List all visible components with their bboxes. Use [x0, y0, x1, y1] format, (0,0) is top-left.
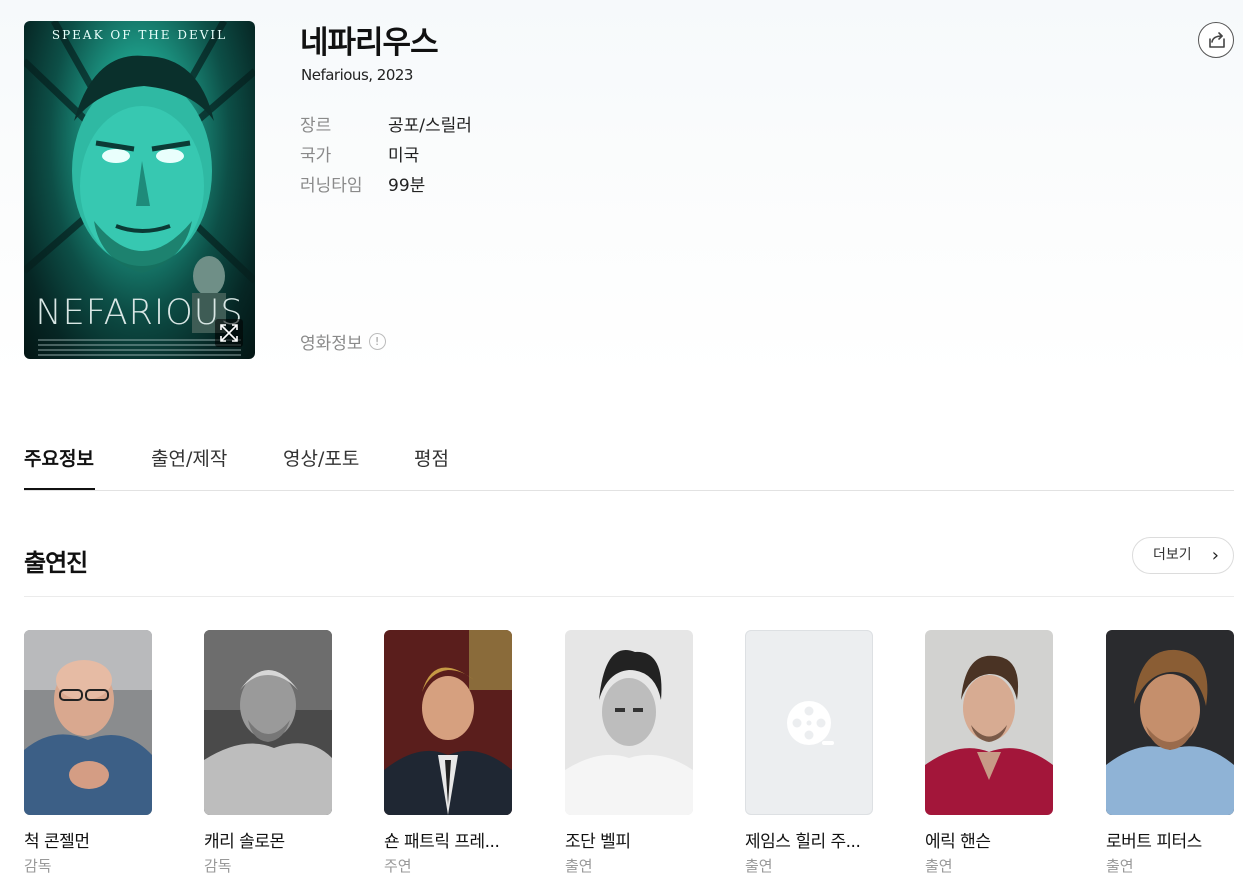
tab-video-photo[interactable]: 영상/포토	[283, 444, 359, 471]
cast-name[interactable]: 조단 벨피	[565, 827, 693, 852]
cast-card[interactable]: 척 콘젤먼 감독	[24, 630, 152, 876]
original-title-year: Nefarious, 2023	[301, 66, 413, 84]
cast-photo-placeholder[interactable]	[745, 630, 873, 815]
cast-card[interactable]: 캐리 솔로몬 감독	[204, 630, 332, 876]
cast-photo[interactable]	[925, 630, 1053, 815]
cast-photo[interactable]	[384, 630, 512, 815]
detail-value: 공포/스릴러	[388, 116, 472, 136]
poster-tagline: SPEAK OF THE DEVIL	[51, 28, 228, 42]
more-button-label: 더보기	[1153, 547, 1192, 563]
cast-photo[interactable]	[204, 630, 332, 815]
section-divider	[24, 596, 1234, 597]
person-photo	[204, 630, 332, 815]
person-photo	[384, 630, 512, 815]
poster-expand-button[interactable]	[215, 319, 243, 347]
cast-role: 감독	[24, 857, 52, 875]
cast-name[interactable]: 캐리 솔로몬	[204, 827, 332, 852]
chevron-right-icon: ›	[1211, 545, 1219, 566]
tab-cast-crew[interactable]: 출연/제작	[151, 444, 227, 471]
cast-role: 주연	[384, 857, 412, 875]
cast-role: 출연	[925, 857, 953, 875]
cast-card[interactable]: 조단 벨피 출연	[565, 630, 693, 876]
cast-photo[interactable]	[24, 630, 152, 815]
detail-value: 99분	[388, 176, 426, 196]
detail-label: 러닝타임	[300, 176, 363, 196]
detail-row-runtime: 러닝타임 99분	[300, 171, 425, 196]
cast-card[interactable]: 에릭 핸슨 출연	[925, 630, 1053, 876]
detail-label: 국가	[300, 146, 332, 166]
cast-card[interactable]: 숀 패트릭 프레... 주연	[384, 630, 512, 876]
cast-role: 출연	[565, 857, 593, 875]
page-title: 네파리우스	[300, 25, 439, 61]
cast-card[interactable]: 로버트 피터스 출연	[1106, 630, 1234, 876]
tab-rating[interactable]: 평점	[414, 444, 449, 471]
detail-row-country: 국가 미국	[300, 141, 419, 166]
more-button[interactable]: 더보기 ›	[1132, 537, 1234, 574]
cast-photo[interactable]	[565, 630, 693, 815]
detail-value: 미국	[388, 146, 420, 166]
cast-name[interactable]: 에릭 핸슨	[925, 827, 1053, 852]
section-title-cast: 출연진	[24, 549, 88, 577]
person-photo	[565, 630, 693, 815]
tab-main-info[interactable]: 주요정보	[24, 444, 94, 471]
cast-card[interactable]: 제임스 힐리 주... 출연	[745, 630, 873, 876]
person-photo	[1106, 630, 1234, 815]
person-photo	[24, 630, 152, 815]
detail-label: 장르	[300, 116, 332, 136]
cast-name[interactable]: 제임스 힐리 주...	[745, 827, 873, 852]
active-tab-indicator	[24, 488, 95, 490]
detail-row-genre: 장르 공포/스릴러	[300, 111, 472, 136]
film-reel-placeholder-icon	[787, 701, 834, 745]
info-icon[interactable]: !	[368, 333, 386, 350]
cast-name[interactable]: 숀 패트릭 프레...	[384, 827, 512, 852]
cast-name[interactable]: 척 콘젤먼	[24, 827, 152, 852]
movie-poster[interactable]: SPEAK OF THE DEVIL NEFARIOUS	[24, 21, 255, 359]
cast-name[interactable]: 로버트 피터스	[1106, 827, 1234, 852]
cast-photo[interactable]	[1106, 630, 1234, 815]
movie-info-link[interactable]: 영화정보 !	[300, 329, 386, 354]
poster-credits	[38, 339, 241, 359]
share-button[interactable]	[1198, 22, 1234, 58]
expand-icon	[220, 324, 238, 342]
share-icon	[1209, 32, 1225, 48]
tab-bar: 주요정보 출연/제작 영상/포토 평점	[24, 440, 1234, 491]
cast-role: 출연	[1106, 857, 1134, 875]
cast-role: 출연	[745, 857, 773, 875]
cast-role: 감독	[204, 857, 232, 875]
person-photo	[925, 630, 1053, 815]
movie-info-label: 영화정보	[300, 334, 363, 354]
